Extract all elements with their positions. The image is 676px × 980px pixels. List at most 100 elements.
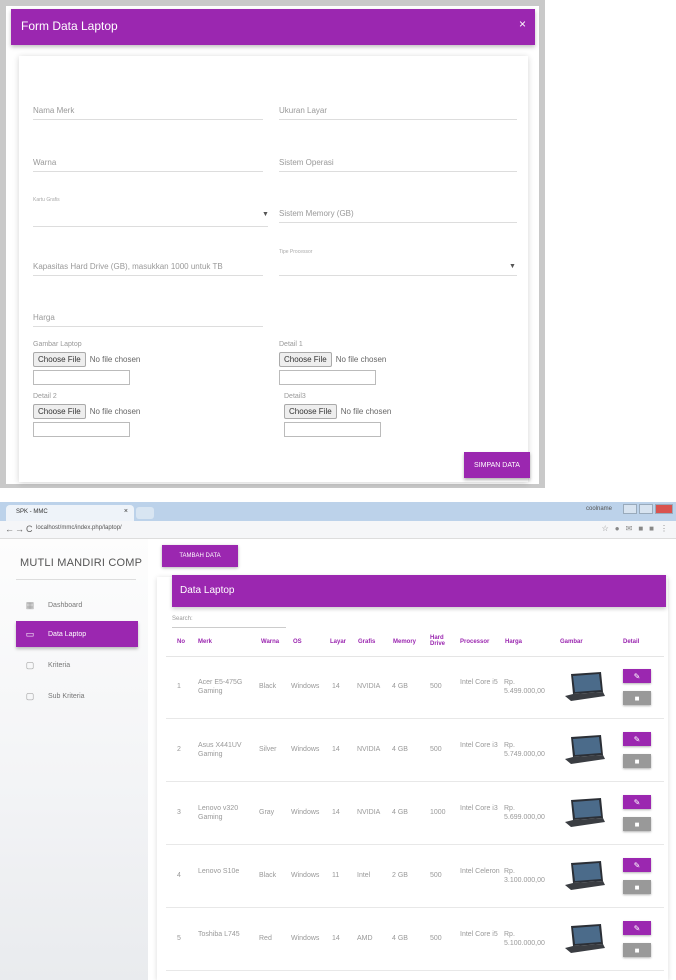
cell-processor: Intel Core i5	[460, 931, 498, 938]
address-bar[interactable]: localhost/mmc/index.php/laptop/	[36, 525, 122, 531]
close-icon[interactable]: ×	[124, 508, 128, 515]
trash-icon: ■	[634, 756, 640, 766]
sidebar-item-kriteria[interactable]: ▢ Kriteria	[16, 652, 138, 678]
forward-icon[interactable]: →	[15, 524, 24, 534]
column-header[interactable]: No	[177, 639, 185, 645]
memory-field[interactable]: Sistem Memory (GB)	[279, 203, 517, 223]
cell-warna: Black	[259, 872, 277, 879]
table-row[interactable]: 5 Toshiba L745 Red Windows 14 AMD 4 GB 5…	[166, 908, 664, 971]
sidebar-item-data-laptop[interactable]: ▭ Data Laptop	[16, 621, 138, 647]
cell-grafis: Intel	[357, 872, 371, 879]
edit-button[interactable]: ✎	[623, 858, 651, 872]
menu-icon[interactable]: ⋮	[660, 524, 668, 533]
cell-layar: 14	[332, 809, 340, 816]
user-badge[interactable]: coolname	[586, 506, 612, 512]
laptop-image	[565, 798, 605, 827]
choose-file-button[interactable]: Choose File	[284, 403, 337, 419]
cell-hard-drive: 500	[430, 935, 442, 942]
column-header[interactable]: Merk	[198, 639, 212, 645]
back-icon[interactable]: ←	[5, 524, 14, 534]
dashboard-icon: ▦	[25, 599, 35, 610]
reload-icon[interactable]: C	[26, 524, 33, 534]
cell-no: 4	[177, 872, 181, 879]
processor-select[interactable]	[279, 256, 517, 276]
column-header[interactable]: Grafis	[358, 639, 375, 645]
search-input[interactable]: Search:	[172, 616, 286, 628]
column-header[interactable]: Gambar	[560, 639, 583, 645]
column-header[interactable]: Harga	[505, 639, 522, 645]
trash-icon: ■	[634, 882, 640, 892]
cell-os: Windows	[291, 683, 320, 690]
minimize-button[interactable]	[623, 504, 637, 514]
detail2-file-input[interactable]: Choose File No file chosen	[33, 402, 140, 420]
cell-harga: Rp. 3.100.000,00	[504, 868, 545, 884]
choose-file-button[interactable]: Choose File	[33, 403, 86, 419]
save-button[interactable]: SIMPAN DATA	[464, 452, 530, 478]
pencil-icon: ✎	[633, 860, 641, 870]
no-file-text: No file chosen	[89, 406, 141, 416]
ext-icon[interactable]: ■	[638, 524, 643, 533]
table-row[interactable]: 4 Lenovo S10e Black Windows 11 Intel 2 G…	[166, 845, 664, 908]
hard-drive-field[interactable]: Kapasitas Hard Drive (GB), masukkan 1000…	[33, 256, 263, 276]
mail-icon[interactable]: ✉	[626, 524, 633, 533]
harga-field[interactable]: Harga	[33, 307, 263, 327]
ukuran-layar-field[interactable]: Ukuran Layar	[279, 100, 517, 120]
laptop-image	[565, 735, 605, 764]
table-row[interactable]: 2 Asus X441UV Gaming Silver Windows 14 N…	[166, 719, 664, 782]
kartu-grafis-select[interactable]	[33, 207, 268, 227]
cell-merk: Lenovo S10e	[198, 868, 240, 875]
star-icon[interactable]: ☆	[602, 524, 609, 533]
column-header[interactable]: Detail	[623, 639, 639, 645]
delete-button[interactable]: ■	[623, 691, 651, 705]
delete-button[interactable]: ■	[623, 754, 651, 768]
trash-icon: ■	[634, 693, 640, 703]
table-row[interactable]: 3 Lenovo v320 Gaming Gray Windows 14 NVI…	[166, 782, 664, 845]
edit-button[interactable]: ✎	[623, 795, 651, 809]
warna-field[interactable]: Warna	[33, 152, 263, 172]
sistem-operasi-field[interactable]: Sistem Operasi	[279, 152, 517, 172]
table-row[interactable]: 1 Acer E5-475G Gaming Black Windows 14 N…	[166, 656, 664, 719]
close-window-button[interactable]	[655, 504, 673, 514]
column-header[interactable]: Layar	[330, 639, 346, 645]
chrome-ext-icon[interactable]: ●	[615, 524, 620, 533]
ext-icon[interactable]: ■	[649, 524, 654, 533]
new-tab-button[interactable]	[136, 507, 154, 519]
gambar-file-input[interactable]: Choose File No file chosen	[33, 350, 140, 368]
processor-label: Tipe Processor	[279, 249, 313, 255]
sidebar-item-dashboard[interactable]: ▦ Dashboard	[16, 592, 138, 618]
no-file-text: No file chosen	[335, 354, 387, 364]
detail3-file-input[interactable]: Choose File No file chosen	[284, 402, 391, 420]
cell-warna: Red	[259, 935, 272, 942]
cell-os: Windows	[291, 872, 320, 879]
cell-harga: Rp. 5.699.000,00	[504, 805, 545, 821]
cell-merk: Lenovo v320 Gaming	[198, 805, 239, 821]
cell-hard-drive: 500	[430, 872, 442, 879]
detail1-file-input[interactable]: Choose File No file chosen	[279, 350, 386, 368]
delete-button[interactable]: ■	[623, 880, 651, 894]
choose-file-button[interactable]: Choose File	[33, 351, 86, 367]
column-header[interactable]: Warna	[261, 639, 279, 645]
maximize-button[interactable]	[639, 504, 653, 514]
browser-screenshot: SPK - MMC × coolname ← → C localhost/mmc…	[0, 502, 676, 980]
column-header[interactable]: Memory	[393, 639, 416, 645]
close-icon[interactable]: ×	[519, 17, 526, 31]
edit-button[interactable]: ✎	[623, 669, 651, 683]
kartu-grafis-label: Kartu Grafis	[33, 197, 60, 203]
cell-processor: Intel Core i5	[460, 679, 498, 686]
pencil-icon: ✎	[633, 797, 641, 807]
choose-file-button[interactable]: Choose File	[279, 351, 332, 367]
edit-button[interactable]: ✎	[623, 732, 651, 746]
column-header[interactable]: Hard Drive	[430, 635, 446, 647]
detail1-file-box	[279, 370, 376, 385]
add-data-button[interactable]: TAMBAH DATA	[162, 545, 238, 567]
delete-button[interactable]: ■	[623, 943, 651, 957]
column-header[interactable]: OS	[293, 639, 302, 645]
merk-field[interactable]: Nama Merk	[33, 100, 263, 120]
sidebar-item-sub-kriteria[interactable]: ▢ Sub Kriteria	[16, 683, 138, 709]
column-header[interactable]: Processor	[460, 639, 489, 645]
delete-button[interactable]: ■	[623, 817, 651, 831]
edit-button[interactable]: ✎	[623, 921, 651, 935]
cell-warna: Gray	[259, 809, 275, 816]
browser-tab[interactable]: SPK - MMC ×	[6, 505, 134, 521]
cell-no: 1	[177, 683, 181, 690]
